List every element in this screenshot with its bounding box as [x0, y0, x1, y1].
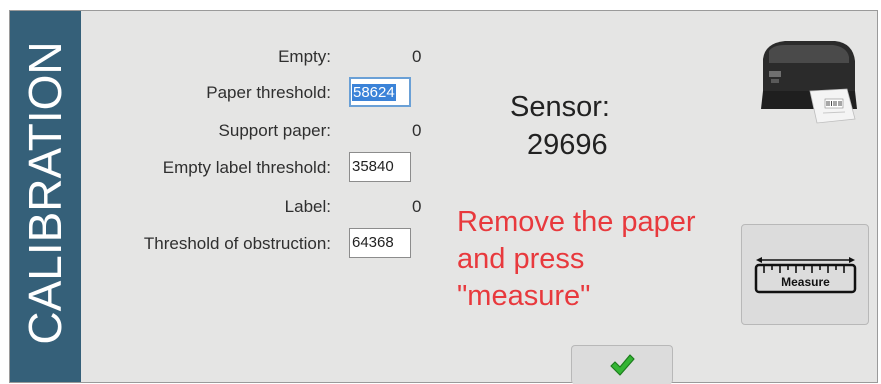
confirm-button[interactable] [571, 345, 673, 384]
empty-label-threshold-value: 35840 [352, 158, 394, 175]
checkmark-icon [610, 354, 635, 376]
paper-threshold-value: 58624 [352, 84, 396, 101]
message-line: "measure" [457, 280, 591, 312]
empty-value: 0 [412, 47, 422, 66]
measure-button-label: Measure [781, 275, 830, 289]
empty-label-threshold-input[interactable]: 35840 [349, 152, 411, 182]
instruction-message: Remove the paper and press "measure" [457, 204, 737, 315]
threshold-of-obstruction-label: Threshold of obstruction: [143, 234, 331, 253]
empty-label: Empty: [278, 47, 331, 66]
label-printer-icon [761, 41, 857, 124]
sensor-label: Sensor: [510, 91, 610, 123]
support-paper-label: Support paper: [218, 121, 331, 140]
measure-button[interactable]: Measure [741, 224, 869, 325]
message-line: and press [457, 243, 585, 275]
ruler-icon: Measure [754, 256, 857, 294]
support-paper-value: 0 [412, 121, 422, 140]
empty-label-threshold-label: Empty label threshold: [162, 158, 331, 177]
sensor-value: 29696 [527, 129, 608, 161]
sidebar-title: CALIBRATION [19, 41, 71, 345]
paper-threshold-label: Paper threshold: [206, 83, 331, 102]
threshold-of-obstruction-input[interactable]: 64368 [349, 228, 411, 258]
threshold-of-obstruction-value: 64368 [352, 234, 394, 251]
message-line: Remove the paper [457, 206, 696, 238]
label-value: 0 [412, 197, 422, 216]
paper-threshold-input[interactable]: 58624 [349, 77, 411, 107]
sidebar: CALIBRATION [10, 11, 81, 382]
label-label: Label: [284, 197, 331, 216]
calibration-window: CALIBRATION Empty: 0 Paper threshold: 58… [9, 10, 878, 384]
